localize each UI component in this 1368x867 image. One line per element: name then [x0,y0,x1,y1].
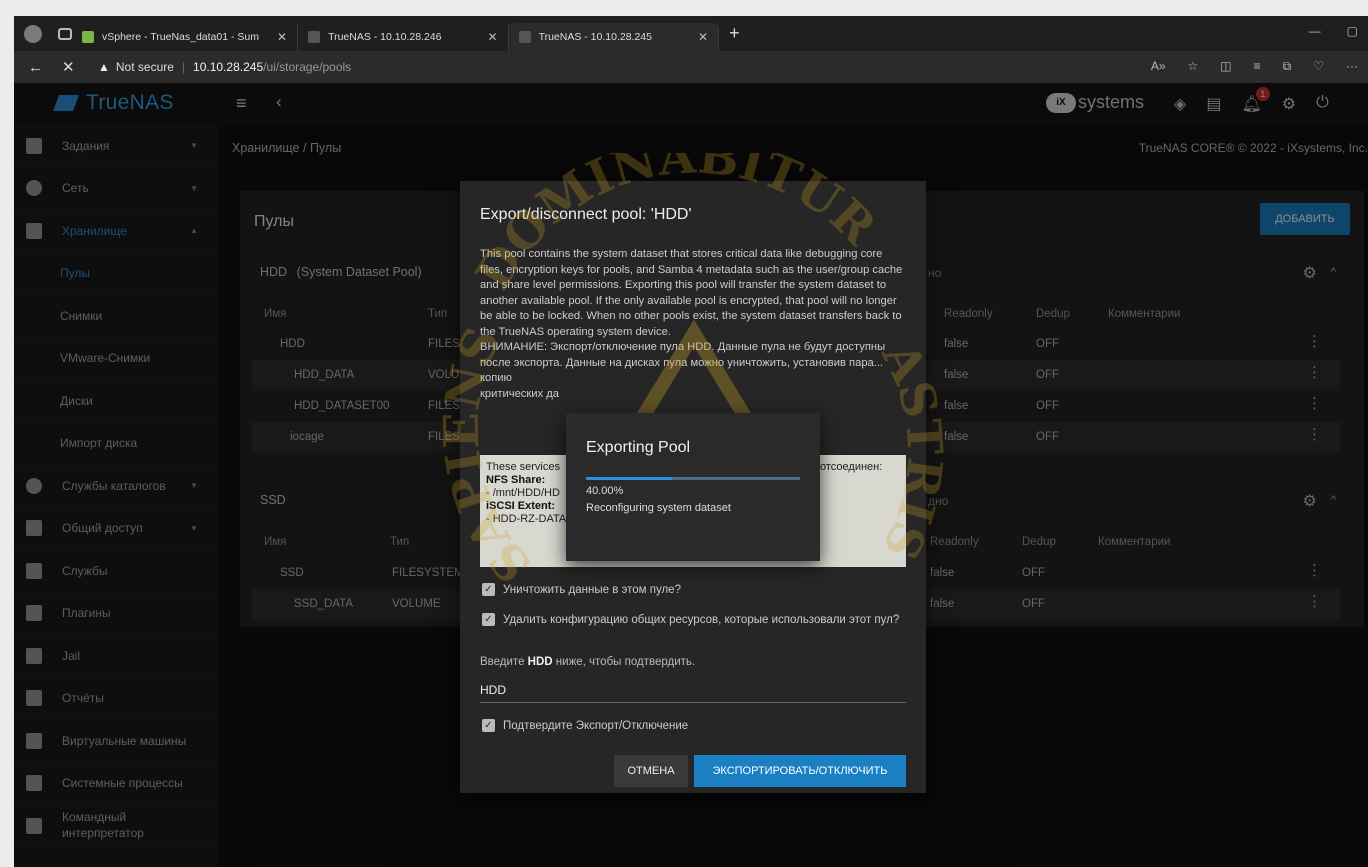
browser-tab-vsphere[interactable]: vSphere - TrueNas_data01 - Sum ✕ [72,23,299,51]
dialog-warning: ВНИМАНИЕ: Экспорт/отключение пула HDD. Д… [480,341,886,369]
close-tab-icon[interactable]: ✕ [698,30,708,44]
progress-message: Reconfiguring system dataset [586,502,731,514]
dialog-title: Export/disconnect pool: 'HDD' [480,206,692,223]
new-tab-icon[interactable]: + [729,23,740,44]
loading-favicon-icon [518,31,531,43]
url-path: /ui/storage/pools [263,60,352,74]
vsphere-favicon-icon [82,31,94,43]
browser-tab-bar: vSphere - TrueNas_data01 - Sum ✕ TrueNAS… [14,16,1368,51]
profile-icon[interactable] [24,24,42,43]
prompt-pool-name: HDD [527,656,553,668]
nfs-share-label: NFS Share: [486,474,546,486]
url-field[interactable]: ▲ Not secure | 10.10.28.245 /ui/storage/… [98,60,351,74]
dialog-warning-right: копию [480,372,512,384]
back-arrow-icon[interactable]: ← [28,59,48,76]
confirm-export-checkbox[interactable]: ✓ Подтвердите Экспорт/Отключение [482,719,688,732]
nfs-share-value: - /mnt/HDD/HD [486,487,560,499]
services-intro-tail: отсоединен: [820,461,883,473]
confirm-pool-name-input[interactable]: HDD [480,679,906,703]
export-disconnect-button[interactable]: ЭКСПОРТИРОВАТЬ/ОТКЛЮЧИТЬ [694,755,906,787]
destroy-data-checkbox[interactable]: ✓ Уничтожить данные в этом пуле? [482,583,681,596]
exporting-pool-progress-dialog: Exporting Pool 40.00% Reconfiguring syst… [566,413,820,561]
browser-tab-truenas-246[interactable]: TrueNAS - 10.10.28.246 ✕ [298,23,509,51]
stop-loading-icon[interactable]: ✕ [62,58,82,76]
window-controls: — ▢ [1309,24,1358,38]
tab-label: TrueNAS - 10.10.28.245 [538,31,652,43]
more-icon[interactable]: ··· [1346,59,1358,74]
iscsi-extent-value: - HDD-RZ-DATA0 [486,513,573,525]
progress-bar [586,477,800,480]
favorite-star-icon[interactable]: ☆ [1188,59,1199,74]
favorites-list-icon[interactable]: ≡ [1254,59,1261,74]
extensions-icon[interactable]: ♡ [1313,59,1324,74]
dialog-warning-tail: критических да [480,387,559,400]
delete-share-config-checkbox[interactable]: ✓ Удалить конфигурацию общих ресурсов, к… [482,613,899,626]
progress-bar-fill [586,477,672,480]
checkmark-icon[interactable]: ✓ [482,583,495,596]
split-screen-icon[interactable]: ◫ [1220,59,1231,74]
address-bar: ← ✕ ▲ Not secure | 10.10.28.245 /ui/stor… [14,51,1368,83]
checkbox-label: Удалить конфигурацию общих ресурсов, кот… [503,613,900,626]
services-intro: These services [486,461,560,473]
truenas-favicon-icon [308,31,321,43]
not-secure-label: Not secure [115,60,174,74]
progress-title: Exporting Pool [586,439,691,456]
truenas-app: TrueNAS ≡ ‹ iX systems ◈ ▤ 🔔︎ 1 ⚙ ⏻ Задан… [14,83,1368,867]
collections-icon[interactable]: ⧉ [1283,59,1292,74]
dialog-description: This pool contains the system dataset th… [480,248,903,338]
read-aloud-icon[interactable]: A» [1151,59,1166,74]
close-tab-icon[interactable]: ✕ [488,30,498,44]
tab-label: TrueNAS - 10.10.28.246 [328,31,442,43]
cancel-button[interactable]: ОТМЕНА [614,755,688,787]
tab-label: vSphere - TrueNas_data01 - Sum [102,31,259,43]
prompt-suffix: ниже, чтобы подтвердить. [555,656,696,668]
progress-percent: 40.00% [586,485,624,497]
browser-tab-truenas-245[interactable]: TrueNAS - 10.10.28.245 ✕ [508,23,720,51]
url-separator: | [181,60,186,74]
confirm-prompt: Введите HDD ниже, чтобы подтвердить. [480,656,695,668]
checkbox-label: Уничтожить данные в этом пуле? [503,583,681,596]
iscsi-extent-label: iSCSI Extent: [486,500,556,512]
minimize-icon[interactable]: — [1309,24,1321,38]
url-host: 10.10.28.245 [193,60,264,74]
checkmark-icon[interactable]: ✓ [482,613,495,626]
dialog-body: This pool contains the system dataset th… [480,247,908,402]
maximize-icon[interactable]: ▢ [1347,24,1358,38]
checkmark-icon[interactable]: ✓ [482,719,495,732]
tab-actions-icon[interactable] [58,27,72,40]
close-tab-icon[interactable]: ✕ [277,30,287,44]
checkbox-label: Подтвердите Экспорт/Отключение [503,719,689,732]
warning-icon: ▲ [98,60,110,74]
prompt-prefix: Введите [480,656,525,668]
browser-toolbar-icons: A» ☆ ◫ ≡ ⧉ ♡ ··· [1151,59,1358,74]
